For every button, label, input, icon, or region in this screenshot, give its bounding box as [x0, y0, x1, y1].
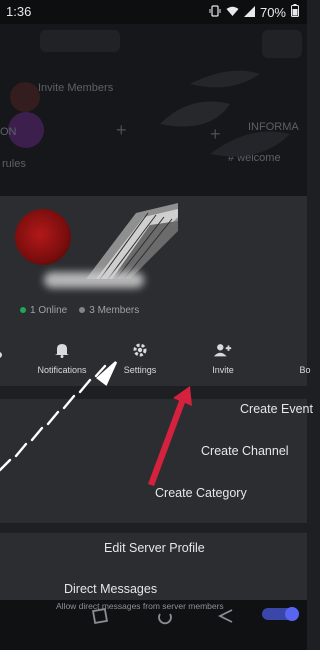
direct-messages-item[interactable]: Direct Messages: [64, 582, 157, 596]
create-channel-item[interactable]: Create Channel: [201, 444, 289, 458]
direct-messages-subtext: Allow direct messages from server member…: [56, 601, 224, 611]
invite-label: Invite: [212, 365, 234, 375]
invite-button[interactable]: Invite: [198, 330, 248, 386]
action-partial-left[interactable]: [0, 330, 12, 386]
member-stats: 1 Online 3 Members: [20, 305, 139, 316]
online-dot: [20, 307, 26, 314]
bg-decoration: [160, 70, 290, 157]
bg-rules: rules: [2, 158, 26, 170]
dimmed-channel-list: Invite Members ON + + INFORMA rules # we…: [0, 24, 307, 196]
create-menu-group: [0, 398, 307, 523]
blurred-header: [40, 30, 120, 52]
create-category-item[interactable]: Create Category: [155, 486, 247, 500]
notifications-label: Notifications: [37, 365, 87, 375]
dim-avatar: [10, 82, 40, 112]
notifications-button[interactable]: Notifications: [27, 330, 97, 386]
bg-on-label: ON: [0, 126, 17, 138]
bell-icon: [52, 341, 72, 359]
dm-toggle[interactable]: [262, 606, 302, 627]
recent-apps-icon[interactable]: [92, 608, 108, 629]
back-icon[interactable]: [217, 608, 234, 629]
members-dot: [79, 307, 86, 314]
blurred-corner: [262, 30, 302, 58]
edit-server-profile-item[interactable]: Edit Server Profile: [104, 541, 205, 555]
battery-icon: [291, 4, 299, 20]
boost-icon: [295, 341, 315, 359]
boost-label: Bo: [299, 365, 311, 375]
status-icons: 70%: [209, 4, 299, 20]
wifi-icon: [226, 5, 239, 20]
bg-invite-members: Invite Members: [38, 82, 114, 94]
vibrate-icon: [209, 4, 221, 20]
settings-label: Settings: [123, 365, 157, 375]
bg-plus-icon: +: [116, 120, 127, 140]
add-person-icon: [213, 341, 233, 359]
online-count: 1 Online: [20, 305, 67, 316]
partial-icon: [0, 346, 9, 364]
boost-button[interactable]: Bo: [285, 330, 320, 386]
status-time: 1:36: [6, 4, 32, 19]
create-event-item[interactable]: Create Event: [240, 402, 313, 416]
gear-icon: [130, 341, 150, 359]
home-icon[interactable]: [156, 608, 174, 631]
settings-button[interactable]: Settings: [105, 330, 175, 386]
signal-icon: [243, 5, 255, 20]
server-icon[interactable]: [15, 209, 71, 265]
battery-text: 70%: [259, 4, 286, 20]
server-name-redacted: [44, 272, 144, 288]
status-bar: 1:36 70%: [0, 0, 307, 24]
server-banner-image: [86, 203, 178, 279]
members-count: 3 Members: [79, 305, 139, 316]
server-action-row: Notifications Settings Invite Bo: [0, 330, 311, 386]
